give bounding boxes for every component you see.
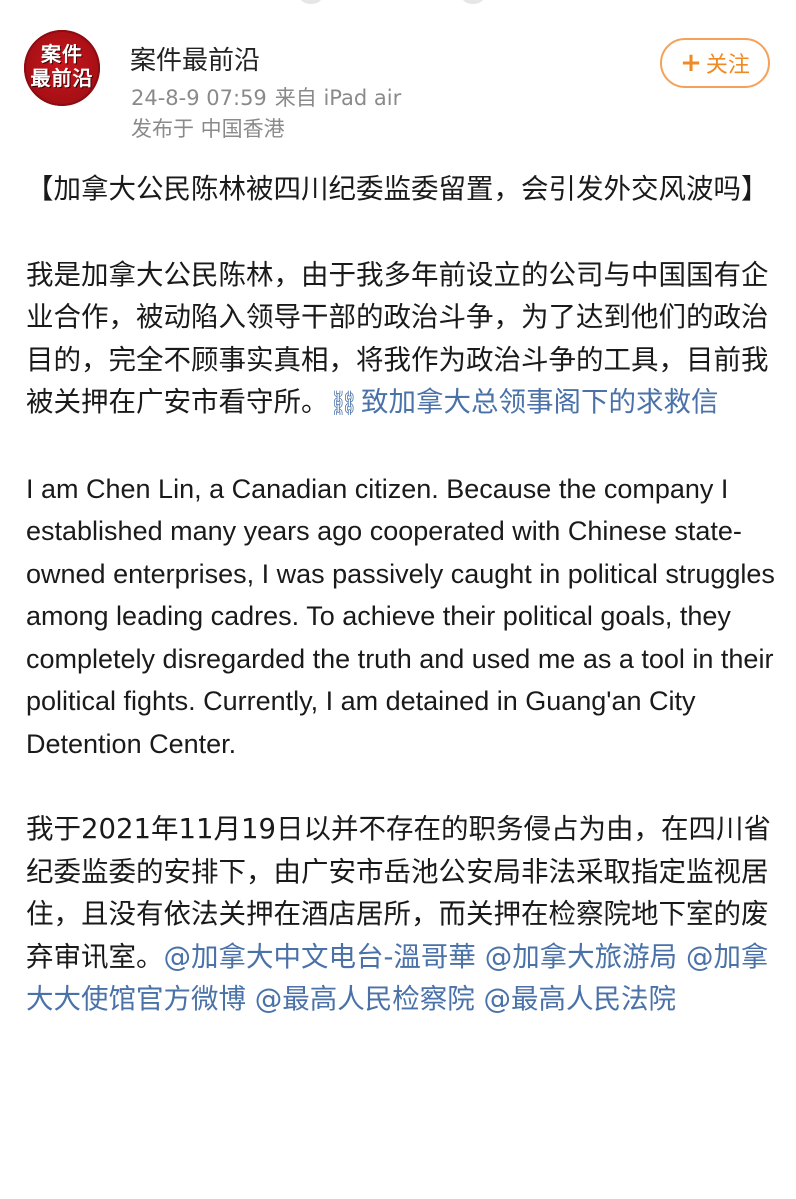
letter-link[interactable]: ⛓致加拿大总领事阁下的求救信 bbox=[329, 386, 719, 418]
post-timestamp: 24-8-9 07:59 bbox=[131, 86, 267, 110]
letter-link-label: 致加拿大总领事阁下的求救信 bbox=[360, 386, 719, 418]
mention-link[interactable]: @最高人民检察院 bbox=[255, 983, 475, 1015]
post-content: 【加拿大公民陈林被四川纪委监委留置，会引发外交风波吗】 我是加拿大公民陈林，由于… bbox=[26, 168, 776, 1064]
status-indicator bbox=[300, 0, 322, 4]
post-location: 发布于 中国香港 bbox=[131, 117, 285, 141]
post-paragraph-english: I am Chen Lin, a Canadian citizen. Becau… bbox=[26, 473, 775, 759]
link-icon: ⛓ bbox=[328, 389, 359, 417]
status-indicator bbox=[462, 0, 484, 4]
post-header: 案件 最前沿 案件最前沿 24-8-9 07:59 来自 iPad air 发布于… bbox=[0, 20, 796, 150]
avatar-logo-text: 案件 最前沿 bbox=[30, 42, 94, 90]
post-meta: 24-8-9 07:59 来自 iPad air bbox=[131, 82, 401, 112]
mention-link[interactable]: @加拿大旅游局 bbox=[485, 941, 678, 973]
post-paragraph: 我是加拿大公民陈林，由于我多年前设立的公司与中国国有企业合作，被动陷入领导干部的… bbox=[26, 254, 776, 425]
post-source: 来自 iPad air bbox=[274, 86, 402, 110]
post-paragraph: 我于2021年11月19日以并不存在的职务侵占为由，在四川省纪委监委的安排下，由… bbox=[26, 808, 776, 1021]
plus-icon: + bbox=[680, 48, 702, 78]
post-title: 【加拿大公民陈林被四川纪委监委留置，会引发外交风波吗】 bbox=[26, 173, 769, 205]
mention-link[interactable]: @最高人民法院 bbox=[484, 983, 677, 1015]
top-strip bbox=[0, 0, 796, 6]
avatar[interactable]: 案件 最前沿 bbox=[24, 30, 100, 106]
follow-button[interactable]: + 关注 bbox=[660, 38, 770, 88]
mention-link[interactable]: @加拿大中文电台-溫哥華 bbox=[164, 941, 476, 973]
account-name[interactable]: 案件最前沿 bbox=[130, 40, 260, 77]
follow-label: 关注 bbox=[705, 53, 750, 78]
